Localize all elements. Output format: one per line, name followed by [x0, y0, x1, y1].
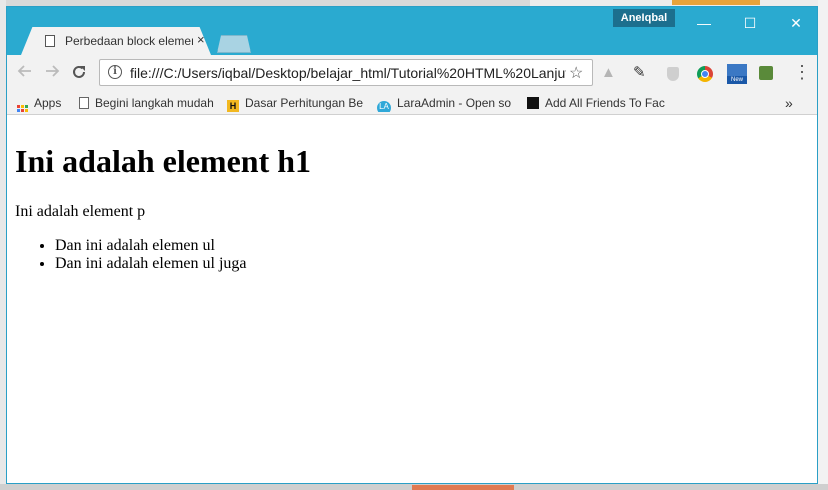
site-icon: [527, 97, 539, 109]
bookmark-dasar[interactable]: H Dasar Perhitungan Be: [227, 94, 367, 112]
bookmark-label: Add All Friends To Fac: [545, 96, 665, 110]
profile-badge[interactable]: AneIqbal: [613, 9, 675, 27]
browser-window: AneIqbal — ☐ ✕ Perbedaan block element ×…: [6, 6, 818, 484]
bookmark-label: Begini langkah mudah: [95, 96, 214, 110]
new-extension-icon[interactable]: New: [727, 64, 747, 84]
page-icon: [45, 35, 55, 47]
toolbar: i file:///C:/Users/iqbal/Desktop/belajar…: [7, 55, 817, 91]
address-bar[interactable]: i file:///C:/Users/iqbal/Desktop/belajar…: [99, 59, 593, 86]
maximize-button[interactable]: ☐: [727, 9, 773, 37]
tab-active[interactable]: Perbedaan block element ×: [21, 27, 211, 55]
bookmark-label: Apps: [34, 96, 62, 110]
page-heading: Ini adalah element h1: [15, 143, 312, 179]
info-icon[interactable]: i: [108, 65, 122, 79]
drive-icon[interactable]: ▲: [601, 64, 617, 81]
page-content: Ini adalah element h1 Ini adalah element…: [7, 115, 817, 483]
bookmarks-bar: Apps Begini langkah mudah H Dasar Perhitu…: [7, 91, 817, 115]
page-icon: [79, 97, 89, 109]
site-icon: H: [227, 100, 239, 112]
bookmarks-more-button[interactable]: »: [785, 94, 793, 112]
close-window-button[interactable]: ✕: [773, 9, 817, 37]
green-extension-icon[interactable]: [759, 66, 773, 80]
forward-icon: [46, 65, 60, 77]
laraadmin-icon: LA: [377, 101, 391, 112]
back-icon: [17, 65, 31, 77]
bookmark-label: Dasar Perhitungan Be: [245, 96, 364, 110]
bookmark-add-friends[interactable]: Add All Friends To Fac: [527, 94, 667, 112]
back-button[interactable]: [15, 63, 35, 83]
apps-icon: [17, 105, 28, 112]
forward-button[interactable]: [42, 63, 62, 83]
tab-title: Perbedaan block element: [65, 34, 193, 48]
bookmark-laraadmin[interactable]: LA LaraAdmin - Open so: [377, 94, 517, 112]
reload-icon: [73, 65, 85, 78]
title-bar: AneIqbal — ☐ ✕ Perbedaan block element ×: [7, 7, 817, 55]
desktop-background-right: [818, 0, 828, 490]
page-list: Dan ini adalah elemen ul Dan ini adalah …: [15, 237, 246, 273]
bookmark-begini[interactable]: Begini langkah mudah: [79, 94, 217, 112]
reload-button[interactable]: [69, 63, 89, 83]
new-badge: New: [727, 76, 747, 84]
new-tab-button[interactable]: [217, 35, 251, 53]
close-tab-button[interactable]: ×: [197, 32, 205, 47]
menu-icon[interactable]: ⋮: [793, 63, 811, 81]
desktop-background-accent-bottom: [412, 485, 514, 490]
shield-icon[interactable]: [667, 67, 679, 81]
desktop-background-accent: [672, 0, 760, 5]
list-item: Dan ini adalah elemen ul: [55, 237, 246, 255]
star-icon[interactable]: ☆: [569, 63, 583, 83]
chrome-icon[interactable]: [697, 66, 713, 82]
url-input[interactable]: file:///C:/Users/iqbal/Desktop/belajar_h…: [130, 65, 566, 81]
bookmark-label: LaraAdmin - Open so: [397, 96, 512, 110]
list-item: Dan ini adalah elemen ul juga: [55, 255, 246, 273]
bookmark-apps[interactable]: Apps: [17, 94, 87, 112]
eyedropper-icon[interactable]: ✎: [633, 63, 649, 81]
minimize-button[interactable]: —: [681, 9, 727, 37]
page-paragraph: Ini adalah element p: [15, 203, 146, 220]
